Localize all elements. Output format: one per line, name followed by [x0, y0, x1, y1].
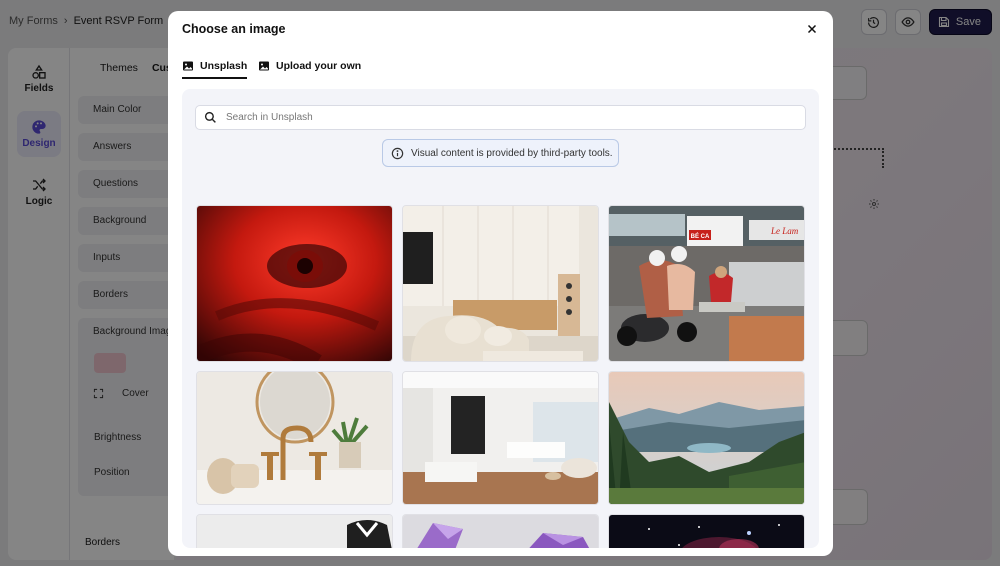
- image-tile-bathroom-sink[interactable]: [196, 371, 393, 505]
- white-sculpture-image: [197, 515, 392, 548]
- living-room-image: [403, 206, 598, 361]
- purple-crystals-image: [403, 515, 598, 548]
- image-tile-mountain-lake[interactable]: [608, 371, 805, 505]
- street-sign-text: Le Lam: [770, 226, 799, 236]
- image-tile-white-sculpture[interactable]: [196, 514, 393, 548]
- search-box: [195, 105, 806, 130]
- image-icon: [183, 61, 193, 71]
- street-scooter-image: BÉ CA Le Lam: [609, 206, 804, 361]
- notice-text: Visual content is provided by third-part…: [411, 147, 613, 159]
- street-sign-text: BÉ CA: [691, 232, 710, 240]
- image-tile-eye[interactable]: [196, 205, 393, 362]
- choose-image-modal: Choose an image Unsplash Upload your own…: [168, 11, 833, 556]
- image-tile-nebula[interactable]: [608, 514, 805, 548]
- info-icon: [391, 147, 404, 159]
- image-tile-white-interior[interactable]: [402, 371, 599, 505]
- third-party-notice: Visual content is provided by third-part…: [382, 139, 619, 167]
- modal-title: Choose an image: [182, 22, 286, 36]
- tab-label: Upload your own: [276, 60, 362, 72]
- close-icon: [807, 24, 817, 34]
- bathroom-sink-image: [197, 372, 392, 504]
- image-tile-street-scooter[interactable]: BÉ CA Le Lam: [608, 205, 805, 362]
- search-icon: [204, 111, 216, 123]
- unsplash-content: Visual content is provided by third-part…: [182, 89, 819, 548]
- eye-red-image: [197, 206, 392, 361]
- tab-unsplash[interactable]: Unsplash: [182, 55, 248, 79]
- image-tile-living-room[interactable]: [402, 205, 599, 362]
- image-tile-purple-crystals[interactable]: [402, 514, 599, 548]
- white-interior-image: [403, 372, 598, 504]
- nebula-image: [609, 515, 804, 548]
- image-icon: [259, 61, 269, 71]
- search-input[interactable]: [226, 112, 786, 123]
- mountain-lake-image: [609, 372, 804, 504]
- tab-label: Unsplash: [200, 60, 248, 72]
- tab-upload-your-own[interactable]: Upload your own: [258, 55, 361, 77]
- close-button[interactable]: [803, 20, 821, 38]
